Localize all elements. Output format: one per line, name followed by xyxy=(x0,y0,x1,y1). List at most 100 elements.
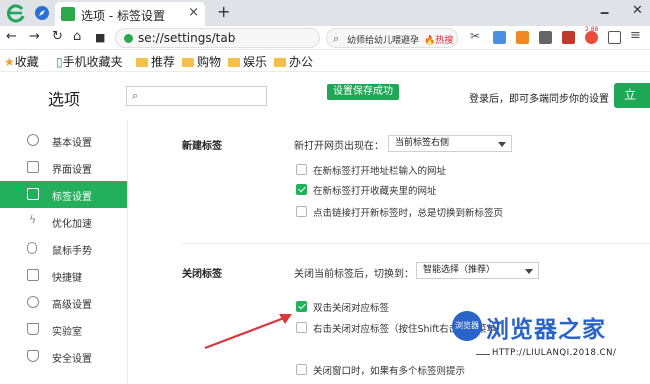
bookmark-mobile-label: 手机收藏夹 xyxy=(62,55,123,69)
sidebar-item-lab[interactable]: 实验室 xyxy=(0,316,127,343)
back-button[interactable]: ← xyxy=(6,29,17,44)
folder-label: 娱乐 xyxy=(243,55,268,69)
sidebar-item-basic[interactable]: 基本设置 xyxy=(0,127,127,154)
extension-fox-icon[interactable] xyxy=(516,31,529,44)
tab-title: 选项 - 标签设置 xyxy=(81,9,165,23)
tab-icon xyxy=(27,188,39,200)
open-position-value: 当前标签右侧 xyxy=(395,138,450,148)
checkbox-label: 关闭窗口时，如果有多个标签则提示 xyxy=(313,366,466,377)
lab-icon xyxy=(27,323,39,335)
search-box[interactable]: ⌕ 幼师给幼儿喂避孕 🔥热搜 xyxy=(326,28,458,48)
sidebar-item-label: 安全设置 xyxy=(52,354,92,365)
folder-label: 推荐 xyxy=(151,55,176,69)
close-window-button[interactable]: ✕ xyxy=(632,3,643,18)
tab-settings[interactable]: 选项 - 标签设置 × xyxy=(55,2,205,26)
lightning-icon: ϟ xyxy=(29,213,37,226)
extension-box-icon[interactable] xyxy=(539,31,552,44)
new-tab-button[interactable]: + xyxy=(217,2,230,21)
section-divider xyxy=(182,243,650,244)
browser-logo-icon xyxy=(7,4,25,23)
bookmark-folder-shopping[interactable]: 购物 xyxy=(182,53,221,70)
bookmark-mobile[interactable]: ▯手机收藏夹 xyxy=(56,53,123,70)
sidebar-item-interface[interactable]: 界面设置 xyxy=(0,154,127,181)
scissors-icon[interactable]: ✂ xyxy=(470,29,483,43)
page-title: 选项 xyxy=(48,90,81,109)
tab-close-icon[interactable]: × xyxy=(188,5,199,20)
gear-icon xyxy=(27,134,39,146)
mouse-icon xyxy=(27,242,37,254)
section-title-close-tab: 关闭标签 xyxy=(182,269,222,280)
tab-bar: 选项 - 标签设置 × + 🗕 ✕ xyxy=(0,0,650,26)
settings-favicon-icon xyxy=(61,7,75,21)
window-icon xyxy=(27,161,39,173)
sidebar-item-shortcuts[interactable]: 快捷键 xyxy=(0,262,127,289)
settings-sidebar: 基本设置 界面设置 标签设置 ϟ 优化加速 鼠标手势 快捷键 高级设置 实验室 … xyxy=(0,120,128,384)
annotation-arrow-icon xyxy=(204,314,292,350)
sidebar-item-optimize[interactable]: ϟ 优化加速 xyxy=(0,208,127,235)
bookmark-folder-office[interactable]: 办公 xyxy=(274,53,313,70)
bookmark-favorites-label: 收藏 xyxy=(14,55,39,69)
settings-search-input[interactable]: ⌕ xyxy=(126,86,267,106)
sidebar-item-tabs[interactable]: 标签设置 xyxy=(0,181,127,208)
bookmark-favorites[interactable]: ★收藏 xyxy=(4,53,39,70)
bookmark-folder-entertainment[interactable]: 娱乐 xyxy=(228,53,267,70)
home-icon[interactable]: ⌂ xyxy=(73,29,81,44)
login-button[interactable]: 立 xyxy=(614,83,650,108)
sidebar-item-label: 鼠标手势 xyxy=(52,246,92,257)
address-bar[interactable]: se://settings/tab xyxy=(115,28,320,48)
watermark-url: HTTP://LIULANQI.2018.CN/ xyxy=(492,348,617,358)
window-icon[interactable] xyxy=(608,31,621,44)
url-text: se://settings/tab xyxy=(138,31,236,45)
address-toolbar: ← → ↻ ⌂ ■ se://settings/tab ⌕ 幼师给幼儿喂避孕 🔥… xyxy=(0,26,650,50)
checkbox-label: 在新标签打开收藏夹里的网址 xyxy=(313,186,437,197)
sidebar-item-mouse-gestures[interactable]: 鼠标手势 xyxy=(0,235,127,262)
reload-button[interactable]: ↻ xyxy=(52,29,63,44)
folder-label: 购物 xyxy=(197,55,222,69)
extension-ublock-icon[interactable] xyxy=(562,31,575,44)
watermark-divider xyxy=(476,354,490,355)
secure-icon xyxy=(124,34,133,43)
extension-icon[interactable] xyxy=(493,31,506,44)
open-position-select[interactable]: 当前标签右侧 xyxy=(388,135,512,152)
sidebar-item-label: 标签设置 xyxy=(52,192,92,203)
after-close-label: 关闭当前标签后，切换到： xyxy=(294,269,414,280)
minimize-button[interactable]: 🗕 xyxy=(600,3,609,25)
checkbox[interactable] xyxy=(296,364,307,375)
search-suggestion: 幼师给幼儿喂避孕 xyxy=(347,36,420,46)
sidebar-item-advanced[interactable]: 高级设置 xyxy=(0,289,127,316)
extension-badge: 2.88 xyxy=(585,26,599,33)
checkbox-checked[interactable] xyxy=(296,184,307,195)
chevron-down-icon xyxy=(498,142,506,147)
sidebar-item-label: 快捷键 xyxy=(52,273,82,284)
checkbox-label: 双击关闭对应标签 xyxy=(313,303,390,314)
search-icon: ⌕ xyxy=(333,32,340,45)
keyboard-icon xyxy=(27,269,39,281)
folder-label: 办公 xyxy=(289,55,314,69)
compass-icon[interactable] xyxy=(34,5,50,21)
sidebar-item-security[interactable]: 安全设置 xyxy=(0,343,127,370)
save-success-toast: 设置保存成功 xyxy=(327,84,399,100)
watermark-title: 浏览器之家 xyxy=(486,317,606,343)
sync-prompt: 登录后，即可多端同步你的设置 xyxy=(469,94,609,105)
open-position-label: 新打开网页出现在： xyxy=(294,141,384,152)
folder-icon xyxy=(228,58,240,67)
checkbox-label: 在新标签打开地址栏输入的网址 xyxy=(313,166,447,177)
bookmark-folder-recommend[interactable]: 推荐 xyxy=(136,53,175,70)
sidebar-item-label: 高级设置 xyxy=(52,300,92,311)
checkbox[interactable] xyxy=(296,164,307,175)
watermark-badge: 浏览器 xyxy=(452,311,482,341)
sidebar-item-label: 界面设置 xyxy=(52,165,92,176)
search-icon: ⌕ xyxy=(132,89,139,102)
menu-icon[interactable]: ≡ xyxy=(630,28,643,43)
sidebar-item-label: 基本设置 xyxy=(52,138,92,149)
settings-header: 选项 ⌕ 设置保存成功 登录后，即可多端同步你的设置 立 xyxy=(0,72,650,120)
after-close-select[interactable]: 智能选择（推荐） xyxy=(416,262,539,279)
forward-button[interactable]: → xyxy=(29,29,40,44)
chevron-down-icon xyxy=(525,269,533,274)
wallet-icon[interactable]: ■ xyxy=(95,31,105,44)
checkbox[interactable] xyxy=(296,206,307,217)
after-close-value: 智能选择（推荐） xyxy=(423,265,496,275)
advanced-icon xyxy=(27,296,39,308)
star-icon: ★ xyxy=(4,55,15,69)
sidebar-item-label: 优化加速 xyxy=(52,219,92,230)
